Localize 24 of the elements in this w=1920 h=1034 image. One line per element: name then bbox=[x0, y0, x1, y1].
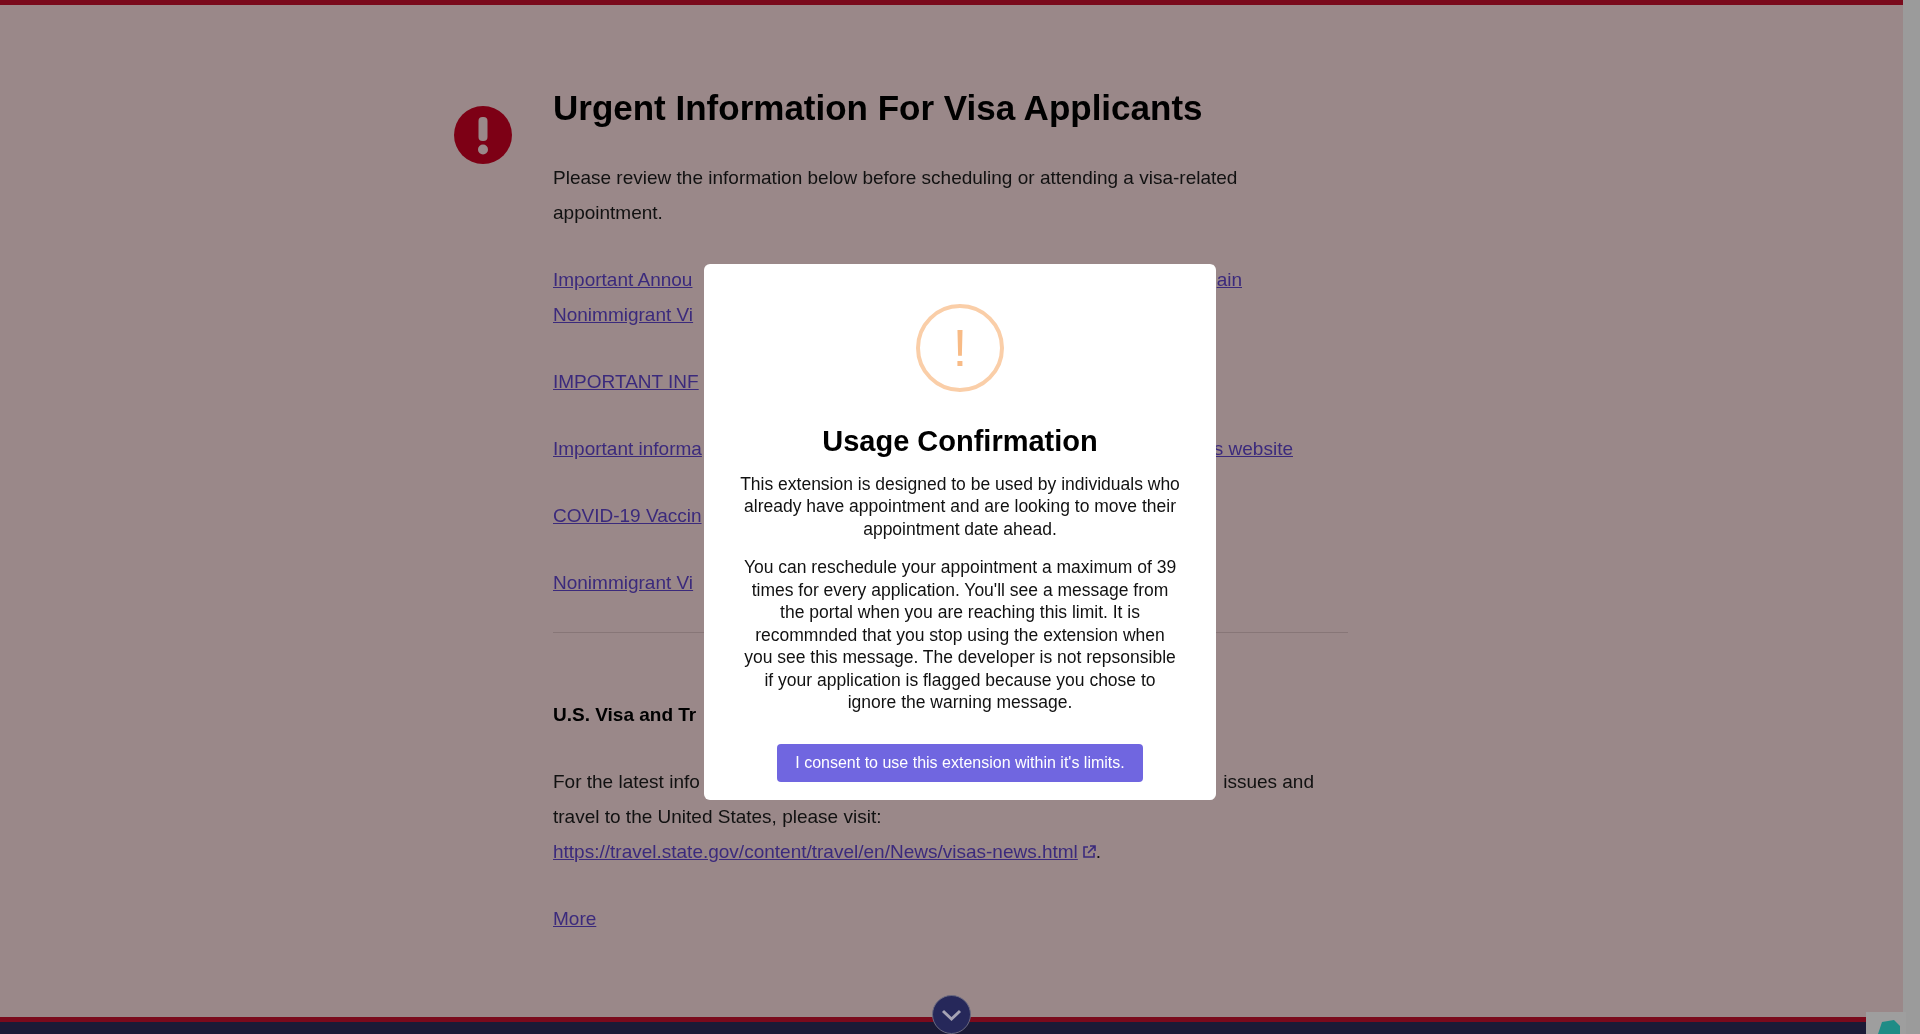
announcement-link[interactable]: COVID-19 Vaccin bbox=[553, 498, 702, 533]
paragraph-text: travel to the United States, please visit: bbox=[553, 805, 882, 829]
announcement-link[interactable]: Important Annou bbox=[553, 262, 693, 297]
paragraph-text: For the latest info bbox=[553, 770, 700, 794]
page-title: Urgent Information For Visa Applicants bbox=[553, 87, 1204, 129]
announcement-link[interactable]: Important informa bbox=[553, 431, 702, 466]
consent-button[interactable]: I consent to use this extension within it's limits. bbox=[777, 743, 1143, 782]
announcement-link[interactable]: IMPORTANT INF bbox=[553, 364, 699, 399]
announcement-link[interactable]: ain bbox=[1216, 262, 1242, 297]
intro-text: Please review the information below before scheduling or attending a visa-related appointment. bbox=[553, 166, 1239, 225]
section-heading: U.S. Visa and Tr bbox=[553, 703, 697, 727]
announcement-link[interactable]: Nonimmigrant Vi bbox=[553, 565, 694, 600]
announcement-link[interactable]: Nonimmigrant Vi bbox=[553, 297, 694, 332]
warning-icon: ! bbox=[916, 304, 1004, 392]
dialog-title: Usage Confirmation bbox=[821, 424, 1099, 459]
scroll-down-button[interactable] bbox=[932, 995, 971, 1034]
dialog-text: This extension is designed to be used by individuals who already have appointment and are looking to move their appointment date ahead. bbox=[740, 472, 1180, 541]
external-link-icon bbox=[1081, 845, 1096, 859]
paragraph-text: issues and bbox=[1223, 770, 1314, 794]
alert-icon bbox=[454, 106, 512, 164]
dialog-text: You can reschedule your appointment a maximum of 39 times for every application. You'll see a message from the portal when you are reaching this limit. It is recommnded that you stop using the extension when you see this message. The developer is not repsonsible if your application is flagged because you chose to ignore the warning message. bbox=[742, 556, 1178, 714]
more-link[interactable]: More bbox=[553, 908, 597, 929]
url-link[interactable]: https://travel.state.gov/content/travel/en/News/visas-news.html bbox=[553, 841, 1078, 862]
punctuation-text: . bbox=[1095, 841, 1102, 862]
